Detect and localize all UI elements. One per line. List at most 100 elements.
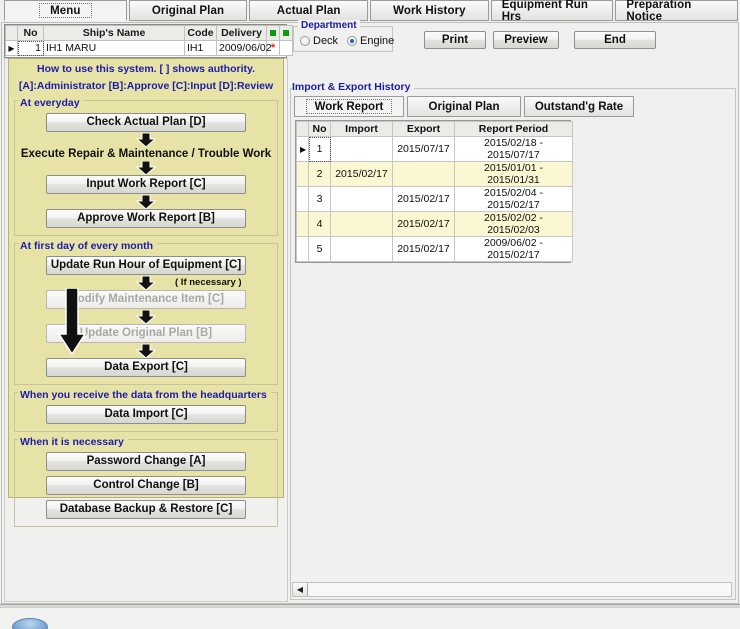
tab-work-history[interactable]: Work History: [370, 0, 489, 21]
tab-menu[interactable]: Menu: [4, 0, 127, 21]
flow-arrow-down: [15, 160, 277, 175]
update-original-plan-button[interactable]: Update Original Plan [B]: [46, 324, 246, 343]
scroll-left-arrow-icon[interactable]: ◀: [293, 583, 308, 596]
check-actual-plan-button[interactable]: Check Actual Plan [D]: [46, 113, 246, 132]
history-cell-import: [330, 136, 393, 162]
tab-preparation-notice[interactable]: Preparation Notice: [615, 0, 738, 23]
history-tab-original-plan[interactable]: Original Plan: [407, 96, 521, 117]
history-cell-import: [330, 211, 393, 237]
table-row[interactable]: ▶ 1 2015/07/17 2015/02/18 - 2015/07/17: [296, 136, 573, 162]
input-work-report-button[interactable]: Input Work Report [C]: [46, 175, 246, 194]
execute-repair-text: Execute Repair & Maintenance / Trouble W…: [20, 148, 272, 160]
history-header-export: Export: [392, 121, 455, 137]
modify-maintenance-item-button[interactable]: Modify Maintenance Item [C]: [46, 290, 246, 309]
radio-deck[interactable]: Deck: [300, 35, 338, 47]
history-cell-no: 5: [308, 236, 331, 262]
database-backup-restore-button[interactable]: Database Backup & Restore [C]: [46, 500, 246, 519]
history-cell-export: 2015/02/17: [392, 211, 455, 237]
ship-row-name: IH1 MARU: [43, 40, 185, 56]
if-necessary-label: ( If necessary ): [175, 277, 242, 288]
end-button[interactable]: End: [574, 31, 656, 49]
history-cell-no: 2: [308, 161, 331, 187]
tab-preparation-notice-label: Preparation Notice: [626, 0, 692, 23]
group-first-day-of-month: At first day of every month Update Run H…: [14, 240, 278, 385]
ship-grid[interactable]: No Ship's Name Code Delivery ▶ 1 IH1 MAR…: [4, 24, 293, 58]
history-cell-export: 2015/07/17: [392, 136, 455, 162]
history-tab-work-report-label: Work Report: [305, 99, 393, 114]
history-header-no: No: [308, 121, 331, 137]
history-tab-work-report[interactable]: Work Report: [294, 96, 404, 117]
history-cell-period: 2015/01/01 - 2015/01/31: [454, 161, 573, 187]
row-selector-icon: ▶: [296, 136, 309, 162]
taskbar: [0, 607, 740, 629]
howto-line-2: [A]:Administrator [B]:Approve [C]:Input …: [18, 80, 274, 92]
history-cell-period: 2015/02/04 - 2015/02/17: [454, 186, 573, 212]
group-receive-from-headquarters-title: When you receive the data from the headq…: [18, 389, 271, 401]
history-cell-export: [392, 161, 455, 187]
table-row[interactable]: 4 2015/02/17 2015/02/02 - 2015/02/03: [296, 211, 573, 237]
group-when-necessary-title: When it is necessary: [18, 436, 128, 448]
flow-arrow-down: [15, 309, 277, 324]
password-change-button[interactable]: Password Change [A]: [46, 452, 246, 471]
howto-line-1: How to use this system. [ ] shows author…: [36, 63, 255, 75]
print-button[interactable]: Print: [424, 31, 486, 49]
row-selector-blank: [296, 161, 309, 187]
ship-grid-select-header: [5, 25, 18, 41]
history-grid[interactable]: No Import Export Report Period ▶ 1 2015/…: [295, 120, 573, 263]
history-cell-no: 3: [308, 186, 331, 212]
ship-row-no: 1: [17, 40, 44, 56]
control-change-button[interactable]: Control Change [B]: [46, 476, 246, 495]
asterisk-icon: *: [270, 42, 276, 54]
main-tab-strip: Menu Original Plan Actual Plan Work Hist…: [0, 0, 740, 23]
history-cell-import: 2015/02/17: [330, 161, 393, 187]
ship-grid-header-name: Ship's Name: [43, 25, 185, 41]
data-export-button[interactable]: Data Export [C]: [46, 358, 246, 377]
ship-grid-header-delivery: Delivery: [216, 25, 267, 41]
history-tab-strip: Work Report Original Plan Outstand'g Rat…: [294, 96, 637, 117]
history-header-import: Import: [330, 121, 393, 137]
radio-engine-label: Engine: [360, 35, 395, 47]
preview-button[interactable]: Preview: [493, 31, 559, 49]
if-necessary-row: ( If necessary ): [15, 275, 277, 290]
row-selector-blank: [296, 236, 309, 262]
tab-actual-plan-label: Actual Plan: [276, 5, 341, 17]
tab-work-history-label: Work History: [393, 5, 466, 17]
green-square-icon: [270, 30, 276, 37]
ship-grid-header-code: Code: [184, 25, 217, 41]
row-selector-blank: [296, 211, 309, 237]
table-row[interactable]: 2 2015/02/17 2015/01/01 - 2015/01/31: [296, 161, 573, 187]
table-row[interactable]: ▶ 1 IH1 MARU IH1 2009/06/02 *: [5, 40, 293, 56]
department-groupbox: Department Deck Engine: [293, 20, 394, 52]
scrollbar-track[interactable]: [308, 583, 731, 596]
history-cell-period: 2015/02/18 - 2015/07/17: [454, 136, 573, 162]
table-row[interactable]: 3 2015/02/17 2015/02/04 - 2015/02/17: [296, 186, 573, 212]
history-cell-import: [330, 236, 393, 262]
row-selector-icon: ▶: [5, 40, 18, 56]
history-cell-export: 2015/02/17: [392, 236, 455, 262]
ship-grid-header-row: No Ship's Name Code Delivery: [5, 25, 293, 41]
history-tab-outstanding-rate[interactable]: Outstand'g Rate: [524, 96, 634, 117]
ship-grid-header-no: No: [17, 25, 44, 41]
approve-work-report-button[interactable]: Approve Work Report [B]: [46, 209, 246, 228]
table-row[interactable]: 5 2015/02/17 2009/06/02 - 2015/02/17: [296, 236, 573, 262]
update-run-hour-button[interactable]: Update Run Hour of Equipment [C]: [46, 256, 246, 275]
radio-deck-label: Deck: [313, 35, 339, 47]
history-header-report-period: Report Period: [454, 121, 573, 137]
data-import-button[interactable]: Data Import [C]: [46, 405, 246, 424]
start-button-icon[interactable]: [12, 618, 48, 629]
tab-actual-plan[interactable]: Actual Plan: [249, 0, 369, 21]
department-title: Department: [298, 20, 360, 31]
tab-menu-label: Menu: [39, 3, 92, 18]
tab-equipment-run-hrs[interactable]: Equipment Run Hrs: [490, 0, 614, 23]
group-at-everyday-title: At everyday: [18, 97, 84, 109]
flow-arrow-down: [15, 194, 277, 209]
ship-row-code: IH1: [184, 40, 217, 56]
tab-original-plan[interactable]: Original Plan: [128, 0, 248, 21]
history-grid-select-header: [296, 121, 309, 137]
ship-grid-header-marker1: [266, 25, 280, 41]
history-cell-export: 2015/02/17: [392, 186, 455, 212]
radio-engine[interactable]: Engine: [347, 35, 394, 47]
tab-original-plan-label: Original Plan: [151, 5, 225, 17]
history-title: Import & Export History: [292, 81, 415, 93]
horizontal-scrollbar[interactable]: ◀: [292, 582, 732, 597]
